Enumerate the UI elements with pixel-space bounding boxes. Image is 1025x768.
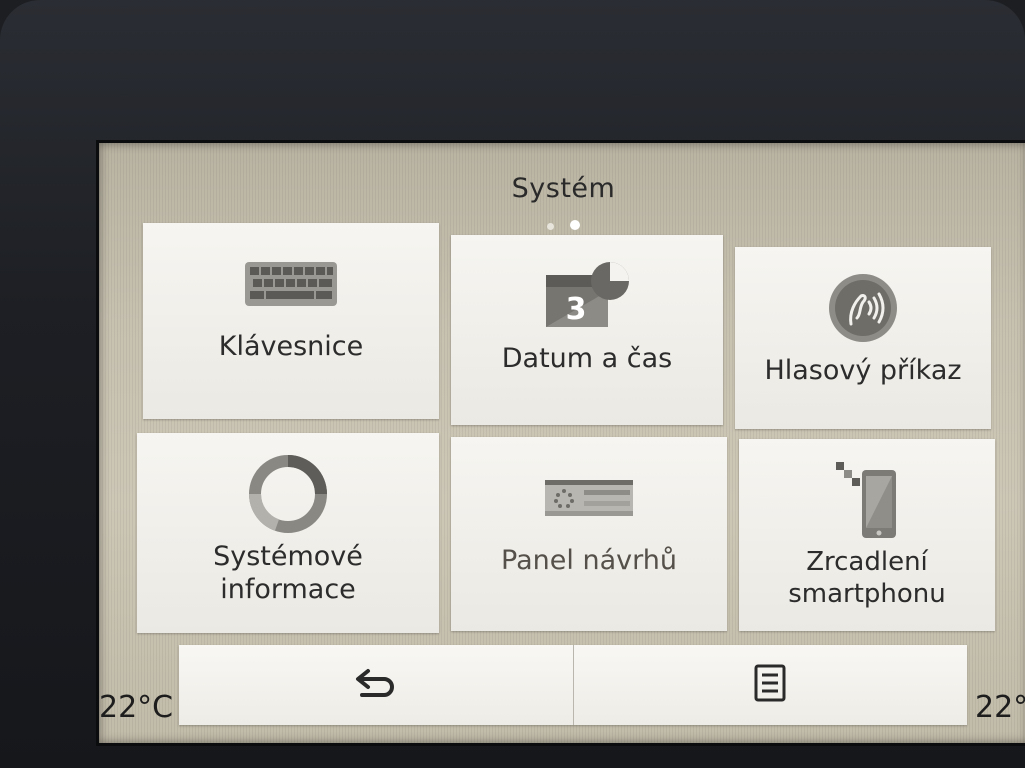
smartphone-mirroring-icon	[832, 462, 902, 538]
back-button[interactable]	[179, 645, 573, 725]
tile-label: Systémové informace	[213, 541, 363, 607]
infotainment-screen: Systém Klávesnice 3 Datum a čas Hlasový …	[96, 140, 1025, 746]
tile-label: Datum a čas	[501, 343, 673, 374]
tile-label-line2: smartphonu	[788, 578, 946, 609]
back-arrow-icon	[354, 667, 398, 703]
tile-label: Hlasový příkaz	[764, 355, 962, 386]
keyboard-icon	[244, 249, 338, 319]
tile-label-line2: informace	[220, 573, 356, 605]
voice-command-icon	[827, 273, 899, 343]
tile-date-time[interactable]: 3 Datum a čas	[451, 235, 723, 425]
page-dot-2[interactable]	[569, 220, 580, 230]
tile-label: Klávesnice	[218, 331, 364, 362]
tile-label-line1: Systémové	[213, 541, 363, 572]
tile-system-info[interactable]: Systémové informace	[137, 433, 439, 633]
calendar-clock-icon: 3	[542, 261, 632, 331]
temperature-left: 22°C	[99, 690, 174, 725]
tile-smartphone-mirroring[interactable]: Zrcadlení smartphonu	[739, 439, 995, 631]
menu-list-icon	[754, 664, 786, 706]
page-title: Systém	[511, 173, 616, 204]
tile-label: Panel návrhů	[501, 545, 677, 576]
menu-button[interactable]	[574, 645, 968, 725]
system-info-icon	[247, 455, 329, 533]
tile-voice-command[interactable]: Hlasový příkaz	[735, 247, 991, 429]
bottom-action-bar	[179, 645, 967, 725]
suggestion-panel-icon	[544, 463, 634, 533]
tile-label: Zrcadlení smartphonu	[788, 547, 946, 610]
page-dot-1[interactable]	[547, 223, 555, 230]
tile-suggestion-panel[interactable]: Panel návrhů	[451, 437, 727, 631]
temperature-right: 22°C	[975, 690, 1025, 725]
calendar-day-number: 3	[566, 292, 587, 327]
tile-label-line1: Zrcadlení	[806, 547, 928, 577]
tile-keyboard[interactable]: Klávesnice	[143, 223, 439, 419]
